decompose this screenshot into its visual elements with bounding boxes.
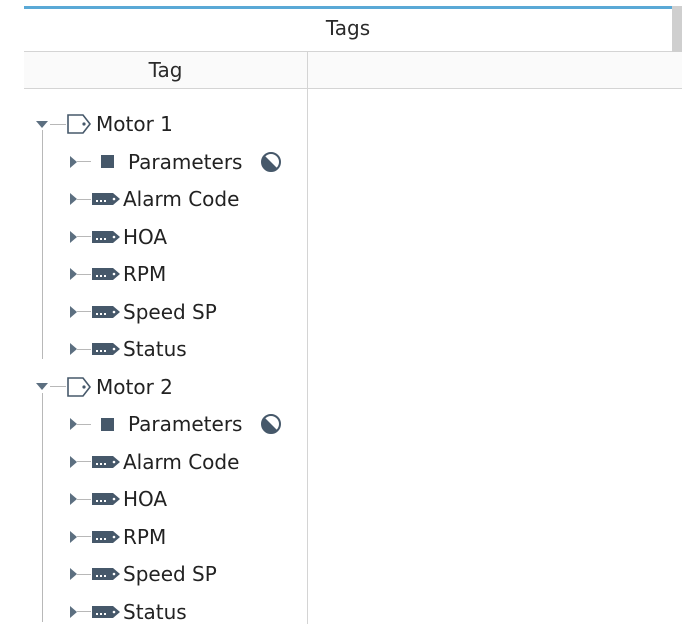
tag-tree: Motor 1 Parameters Alarm Code HOA RPM Speed S…: [24, 88, 307, 624]
tree-child-row[interactable]: Status: [70, 331, 187, 367]
tree-child-row[interactable]: Parameters: [70, 144, 282, 180]
tree-item-label: HOA: [123, 224, 168, 249]
tree-connector: [77, 348, 91, 350]
tree-item-label: Motor 2: [96, 374, 173, 399]
tag-icon: [92, 343, 120, 355]
tree-connector: [77, 536, 91, 537]
tree-child-row[interactable]: Speed SP: [70, 556, 217, 592]
tree-item-label: Parameters: [128, 149, 243, 174]
expand-arrow-icon[interactable]: [70, 155, 77, 168]
tree-connector: [77, 573, 91, 575]
udt-instance-icon: [67, 376, 92, 397]
expand-arrow-icon[interactable]: [70, 268, 77, 280]
tag-icon: [92, 455, 120, 468]
expand-arrow-icon[interactable]: [70, 455, 77, 468]
tag-icon: [92, 305, 120, 318]
expand-arrow-icon[interactable]: [70, 605, 77, 618]
tree-item-label: Speed SP: [123, 299, 217, 324]
tree-item-label: RPM: [123, 262, 167, 286]
tree-child-row[interactable]: RPM: [70, 256, 166, 292]
tree-item-label: Alarm Code: [123, 449, 240, 474]
tree-connector: [77, 161, 91, 162]
tree-item-label: Parameters: [128, 412, 243, 436]
tags-panel: Tags Tag Motor 1 Parameters Alarm Code HOA R…: [24, 0, 690, 624]
expand-arrow-icon[interactable]: [36, 120, 48, 128]
tag-icon: [92, 605, 120, 618]
panel-title: Tags: [24, 9, 672, 52]
tree-child-row[interactable]: Speed SP: [70, 294, 217, 330]
tree-item-label: Alarm Code: [123, 187, 240, 211]
tree-connector: [77, 273, 91, 275]
tree-child-row[interactable]: Alarm Code: [70, 444, 239, 480]
folder-square-icon: [101, 417, 114, 431]
tree-parent-row[interactable]: Motor 2: [36, 369, 173, 405]
tag-icon: [92, 493, 120, 505]
half-circle-icon: [261, 151, 282, 172]
expand-arrow-icon[interactable]: [70, 418, 77, 430]
tree-parent-row[interactable]: Motor 1: [36, 106, 173, 142]
tree-connector: [77, 611, 91, 612]
expand-arrow-icon[interactable]: [70, 343, 77, 355]
tree-connector: [77, 198, 91, 200]
tree-child-row[interactable]: HOA: [70, 481, 167, 517]
table-header: Tag: [24, 52, 682, 89]
scrollbar-thumb[interactable]: [672, 6, 682, 52]
expand-arrow-icon[interactable]: [36, 383, 48, 390]
tree-child-row[interactable]: Parameters: [70, 406, 282, 442]
tag-icon: [92, 530, 120, 543]
tree-child-row[interactable]: Alarm Code: [70, 181, 239, 217]
tag-icon: [92, 568, 120, 580]
expand-arrow-icon[interactable]: [70, 493, 77, 505]
tree-connector: [77, 236, 91, 237]
tree-item-label: RPM: [123, 524, 167, 549]
column-header-value[interactable]: [308, 52, 682, 88]
tag-icon: [92, 230, 120, 243]
folder-square-icon: [101, 155, 114, 168]
expand-arrow-icon[interactable]: [70, 193, 77, 205]
expand-arrow-icon[interactable]: [70, 230, 77, 243]
half-circle-icon: [261, 414, 282, 434]
expand-arrow-icon[interactable]: [70, 305, 77, 318]
tree-connector: [50, 386, 66, 387]
tree-vertical-line: [42, 130, 43, 359]
tree-connector: [77, 423, 91, 425]
tree-item-label: Status: [123, 337, 187, 361]
expand-arrow-icon[interactable]: [70, 530, 77, 543]
udt-instance-icon: [67, 114, 92, 134]
tree-item-label: Status: [123, 599, 187, 624]
tree-child-row[interactable]: HOA: [70, 219, 167, 255]
column-divider: [307, 88, 308, 624]
tree-connector: [50, 123, 66, 125]
tree-connector: [77, 461, 91, 462]
tag-icon: [92, 193, 120, 205]
tree-child-row[interactable]: RPM: [70, 519, 166, 555]
tree-item-label: Speed SP: [123, 562, 217, 586]
tree-item-label: HOA: [123, 487, 168, 511]
tree-item-label: Motor 1: [96, 112, 173, 136]
tree-connector: [77, 311, 91, 312]
tree-child-row[interactable]: Status: [70, 594, 187, 630]
expand-arrow-icon[interactable]: [70, 568, 77, 580]
column-header-tag[interactable]: Tag: [24, 52, 308, 88]
tree-connector: [77, 498, 91, 500]
tree-vertical-line: [42, 392, 43, 622]
tag-icon: [92, 268, 120, 280]
